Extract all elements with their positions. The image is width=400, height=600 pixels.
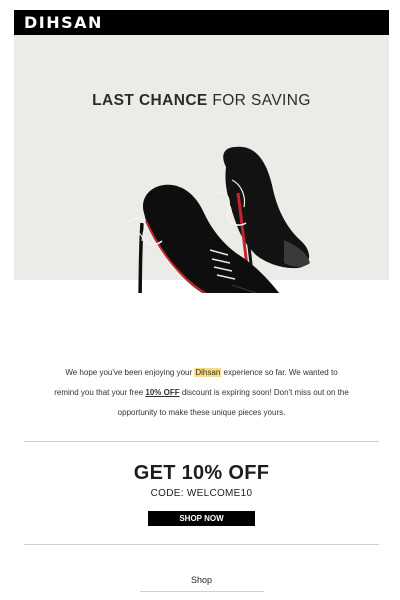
offer-code: CODE: WELCOME10 [150,488,253,499]
shop-link[interactable]: Shop [14,575,389,585]
shoe-image [125,146,310,293]
copy-part-1: We hope you've been enjoying your [65,368,195,377]
offer-title: GET 10% OFF [133,462,270,484]
header-bar: DIHSAN [14,10,389,35]
shop-link-underline [140,591,264,592]
brand-highlight: Dihsan [194,368,222,377]
hero-banner[interactable]: LAST CHANCE FOR SAVING [14,35,389,293]
brand-logo[interactable]: DIHSAN [24,13,103,32]
discount-link[interactable]: 10% OFF [145,388,179,397]
email-container: DIHSAN LAST CHANCE FOR SAVING We hope yo… [14,10,389,600]
divider-bottom [24,544,379,545]
body-copy: We hope you've been enjoying your Dihsan… [54,363,349,423]
shop-now-button[interactable]: SHOP NOW [148,511,255,526]
divider-top [24,441,379,442]
